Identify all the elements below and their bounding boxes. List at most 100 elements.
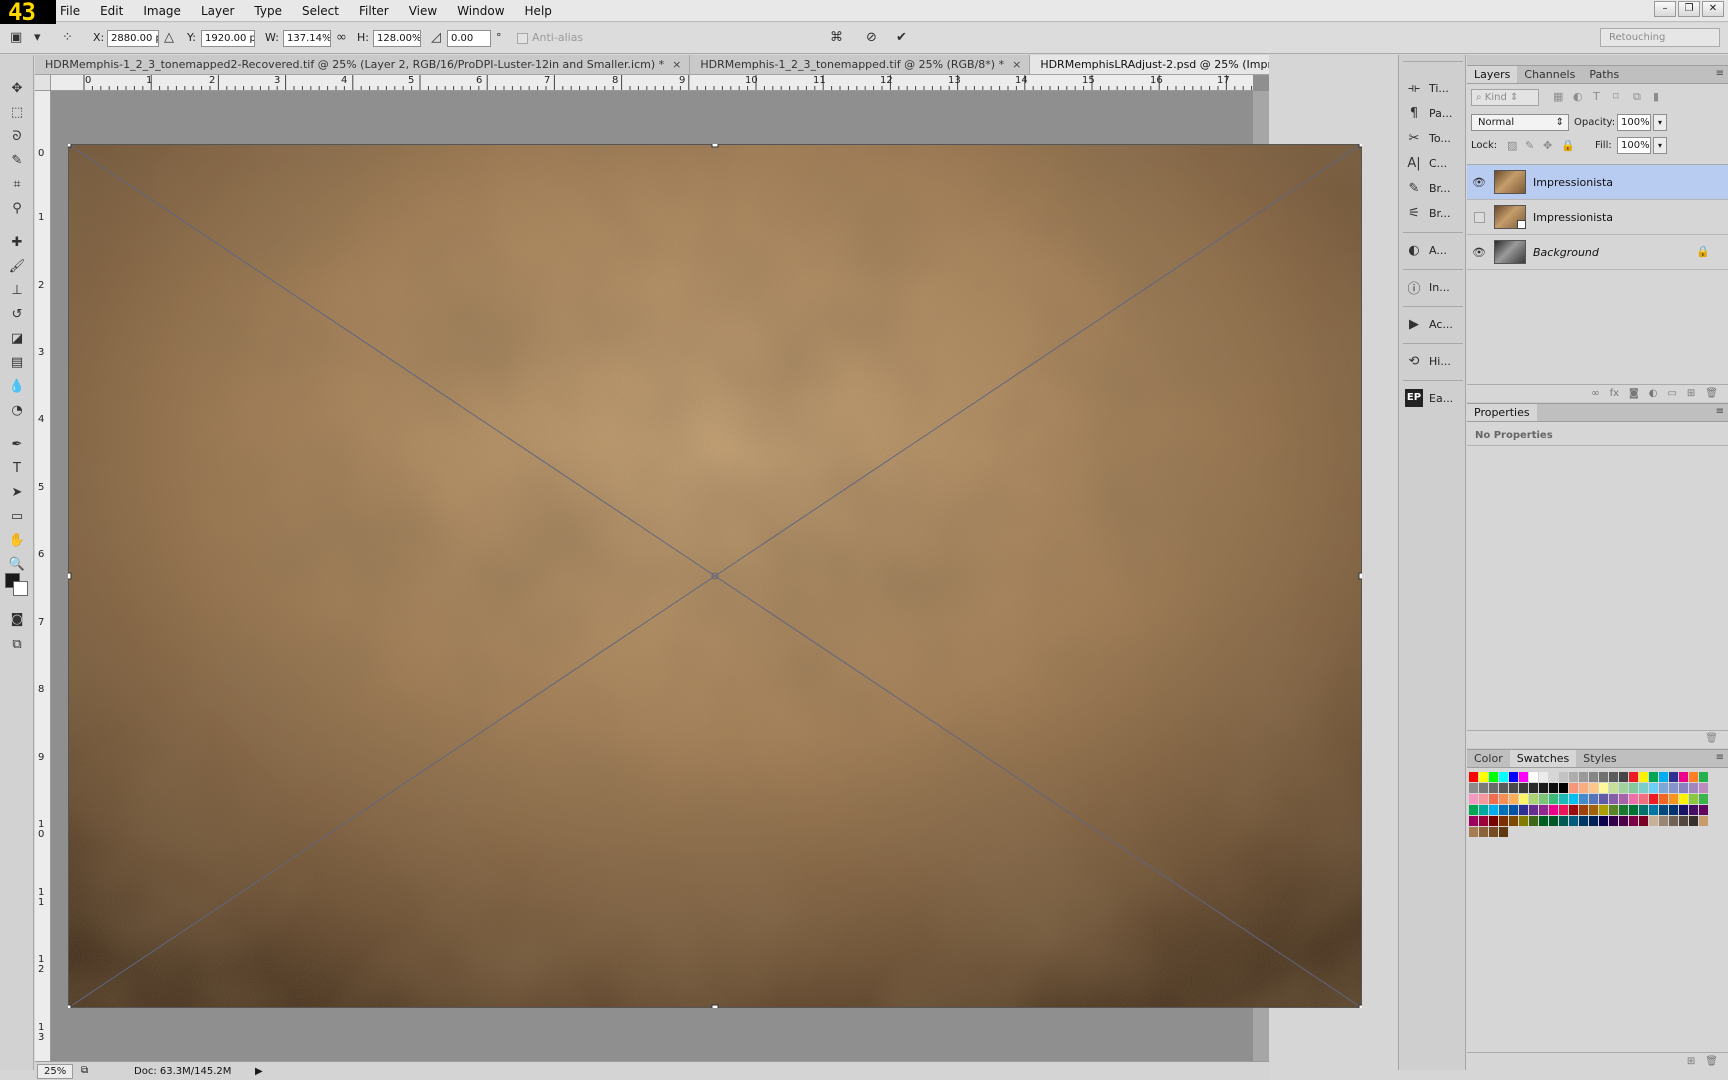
color-swatch[interactable] <box>1579 772 1588 782</box>
dodge-tool-icon[interactable]: ◔ <box>6 401 28 421</box>
shape-tool-icon[interactable]: ▭ <box>6 507 28 527</box>
color-swatch[interactable] <box>1619 772 1628 782</box>
color-swatch[interactable] <box>1679 805 1688 815</box>
ruler-corner[interactable] <box>35 75 51 91</box>
color-swatch[interactable] <box>1559 805 1568 815</box>
menu-image[interactable]: Image <box>133 0 191 22</box>
dock-extension[interactable]: EP Ea... <box>1405 387 1463 409</box>
tab-layers[interactable]: Layers <box>1467 66 1518 83</box>
pen-tool-icon[interactable]: ✒ <box>6 435 28 455</box>
w-field[interactable]: 137.14% <box>283 30 331 47</box>
color-swatch[interactable] <box>1649 816 1658 826</box>
y-field[interactable]: 1920.00 p <box>201 30 255 47</box>
color-swatch[interactable] <box>1559 794 1568 804</box>
tab-color[interactable]: Color <box>1467 750 1510 767</box>
status-info-icon[interactable]: ⧉ <box>81 1065 88 1076</box>
color-swatch[interactable] <box>1549 783 1558 793</box>
color-swatch[interactable] <box>1579 816 1588 826</box>
color-swatch[interactable] <box>1619 794 1628 804</box>
color-swatch[interactable] <box>1539 783 1548 793</box>
color-swatch[interactable] <box>1529 772 1538 782</box>
new-adjustment-icon[interactable]: ◐ <box>1649 388 1658 399</box>
quick-mask-icon[interactable]: ◙ <box>6 610 28 630</box>
color-swatch[interactable] <box>1539 805 1548 815</box>
lock-all-icon[interactable]: 🔒 <box>1561 139 1575 152</box>
color-swatch[interactable] <box>1589 772 1598 782</box>
color-swatch[interactable] <box>1659 816 1668 826</box>
color-swatch[interactable] <box>1669 805 1678 815</box>
type-filter-icon[interactable]: T <box>1593 90 1600 103</box>
link-layers-icon[interactable]: ∞ <box>1591 388 1599 399</box>
transform-handle[interactable] <box>711 144 719 148</box>
layer-name[interactable]: Background <box>1533 235 1599 270</box>
dock-tool-presets[interactable]: ✂ To... <box>1405 127 1463 149</box>
quick-select-tool-icon[interactable]: ✎ <box>6 151 28 171</box>
menu-edit[interactable]: Edit <box>90 0 133 22</box>
transform-handle[interactable] <box>1358 572 1362 580</box>
color-swatch[interactable] <box>1549 772 1558 782</box>
color-swatch[interactable] <box>1629 772 1638 782</box>
panel-menu-icon[interactable]: ≡ <box>1716 752 1724 763</box>
menu-help[interactable]: Help <box>515 0 562 22</box>
color-swatch[interactable] <box>1509 783 1518 793</box>
clone-stamp-tool-icon[interactable]: ⊥ <box>6 281 28 301</box>
eye-icon[interactable]: 👁 <box>1472 176 1486 189</box>
eraser-tool-icon[interactable]: ◪ <box>6 329 28 349</box>
new-group-icon[interactable]: ▭ <box>1667 388 1676 399</box>
color-swatch[interactable] <box>1559 783 1568 793</box>
tool-preset-icon[interactable]: ▣ <box>10 30 22 46</box>
color-swatch[interactable] <box>1679 783 1688 793</box>
opacity-field[interactable]: 100% <box>1617 114 1651 131</box>
hand-tool-icon[interactable]: ✋ <box>6 531 28 551</box>
color-swatch[interactable] <box>1659 783 1668 793</box>
path-select-tool-icon[interactable]: ➤ <box>6 483 28 503</box>
color-swatch[interactable] <box>1519 783 1528 793</box>
color-swatch[interactable] <box>1629 816 1638 826</box>
color-swatch[interactable] <box>1629 794 1638 804</box>
visibility-toggle[interactable] <box>1474 212 1485 223</box>
color-swatch[interactable] <box>1479 827 1488 837</box>
color-swatch[interactable] <box>1659 805 1668 815</box>
blend-mode-select[interactable]: Normal ⇕ <box>1471 114 1569 131</box>
layer-name[interactable]: Impressionista <box>1533 200 1613 235</box>
color-swatch[interactable] <box>1609 816 1618 826</box>
color-swatch[interactable] <box>1499 783 1508 793</box>
menu-filter[interactable]: Filter <box>349 0 399 22</box>
color-swatch[interactable] <box>1669 794 1678 804</box>
color-swatch[interactable] <box>1559 816 1568 826</box>
background-color-swatch[interactable] <box>13 581 28 596</box>
transform-handle[interactable] <box>1358 144 1362 148</box>
color-swatch[interactable] <box>1499 827 1508 837</box>
color-swatch[interactable] <box>1579 783 1588 793</box>
panel-menu-icon[interactable]: ≡ <box>1716 68 1724 79</box>
fill-field[interactable]: 100% <box>1617 137 1651 154</box>
color-swatch[interactable] <box>1619 805 1628 815</box>
menu-type[interactable]: Type <box>244 0 292 22</box>
delete-swatch-icon[interactable]: 🗑 <box>1705 1056 1718 1067</box>
color-swatch[interactable] <box>1639 794 1648 804</box>
dock-character[interactable]: A| C... <box>1405 152 1463 174</box>
color-swatch[interactable] <box>1499 772 1508 782</box>
color-swatch[interactable] <box>1579 794 1588 804</box>
color-swatch[interactable] <box>1499 805 1508 815</box>
color-swatch[interactable] <box>1589 794 1598 804</box>
delta-icon[interactable]: △ <box>164 30 174 46</box>
transform-handle[interactable] <box>68 572 72 580</box>
crop-tool-icon[interactable]: ⌗ <box>6 175 28 195</box>
color-swatch[interactable] <box>1579 805 1588 815</box>
dock-actions[interactable]: ▶ Ac... <box>1405 313 1463 335</box>
color-swatch[interactable] <box>1469 783 1478 793</box>
layer-row[interactable]: Impressionista <box>1467 200 1728 235</box>
color-swatch[interactable] <box>1639 816 1648 826</box>
dock-history[interactable]: ⟲ Hi... <box>1405 350 1463 372</box>
color-swatch[interactable] <box>1549 794 1558 804</box>
color-swatch[interactable] <box>1529 794 1538 804</box>
color-swatch[interactable] <box>1699 783 1708 793</box>
color-swatch[interactable] <box>1609 783 1618 793</box>
dock-brush[interactable]: ✎ Br... <box>1405 177 1463 199</box>
color-swatch[interactable] <box>1479 783 1488 793</box>
transform-handle[interactable] <box>711 1004 719 1008</box>
lock-position-icon[interactable]: ✥ <box>1543 139 1552 152</box>
dock-paragraph[interactable]: ¶ Pa... <box>1405 102 1463 124</box>
color-swatch[interactable] <box>1469 794 1478 804</box>
